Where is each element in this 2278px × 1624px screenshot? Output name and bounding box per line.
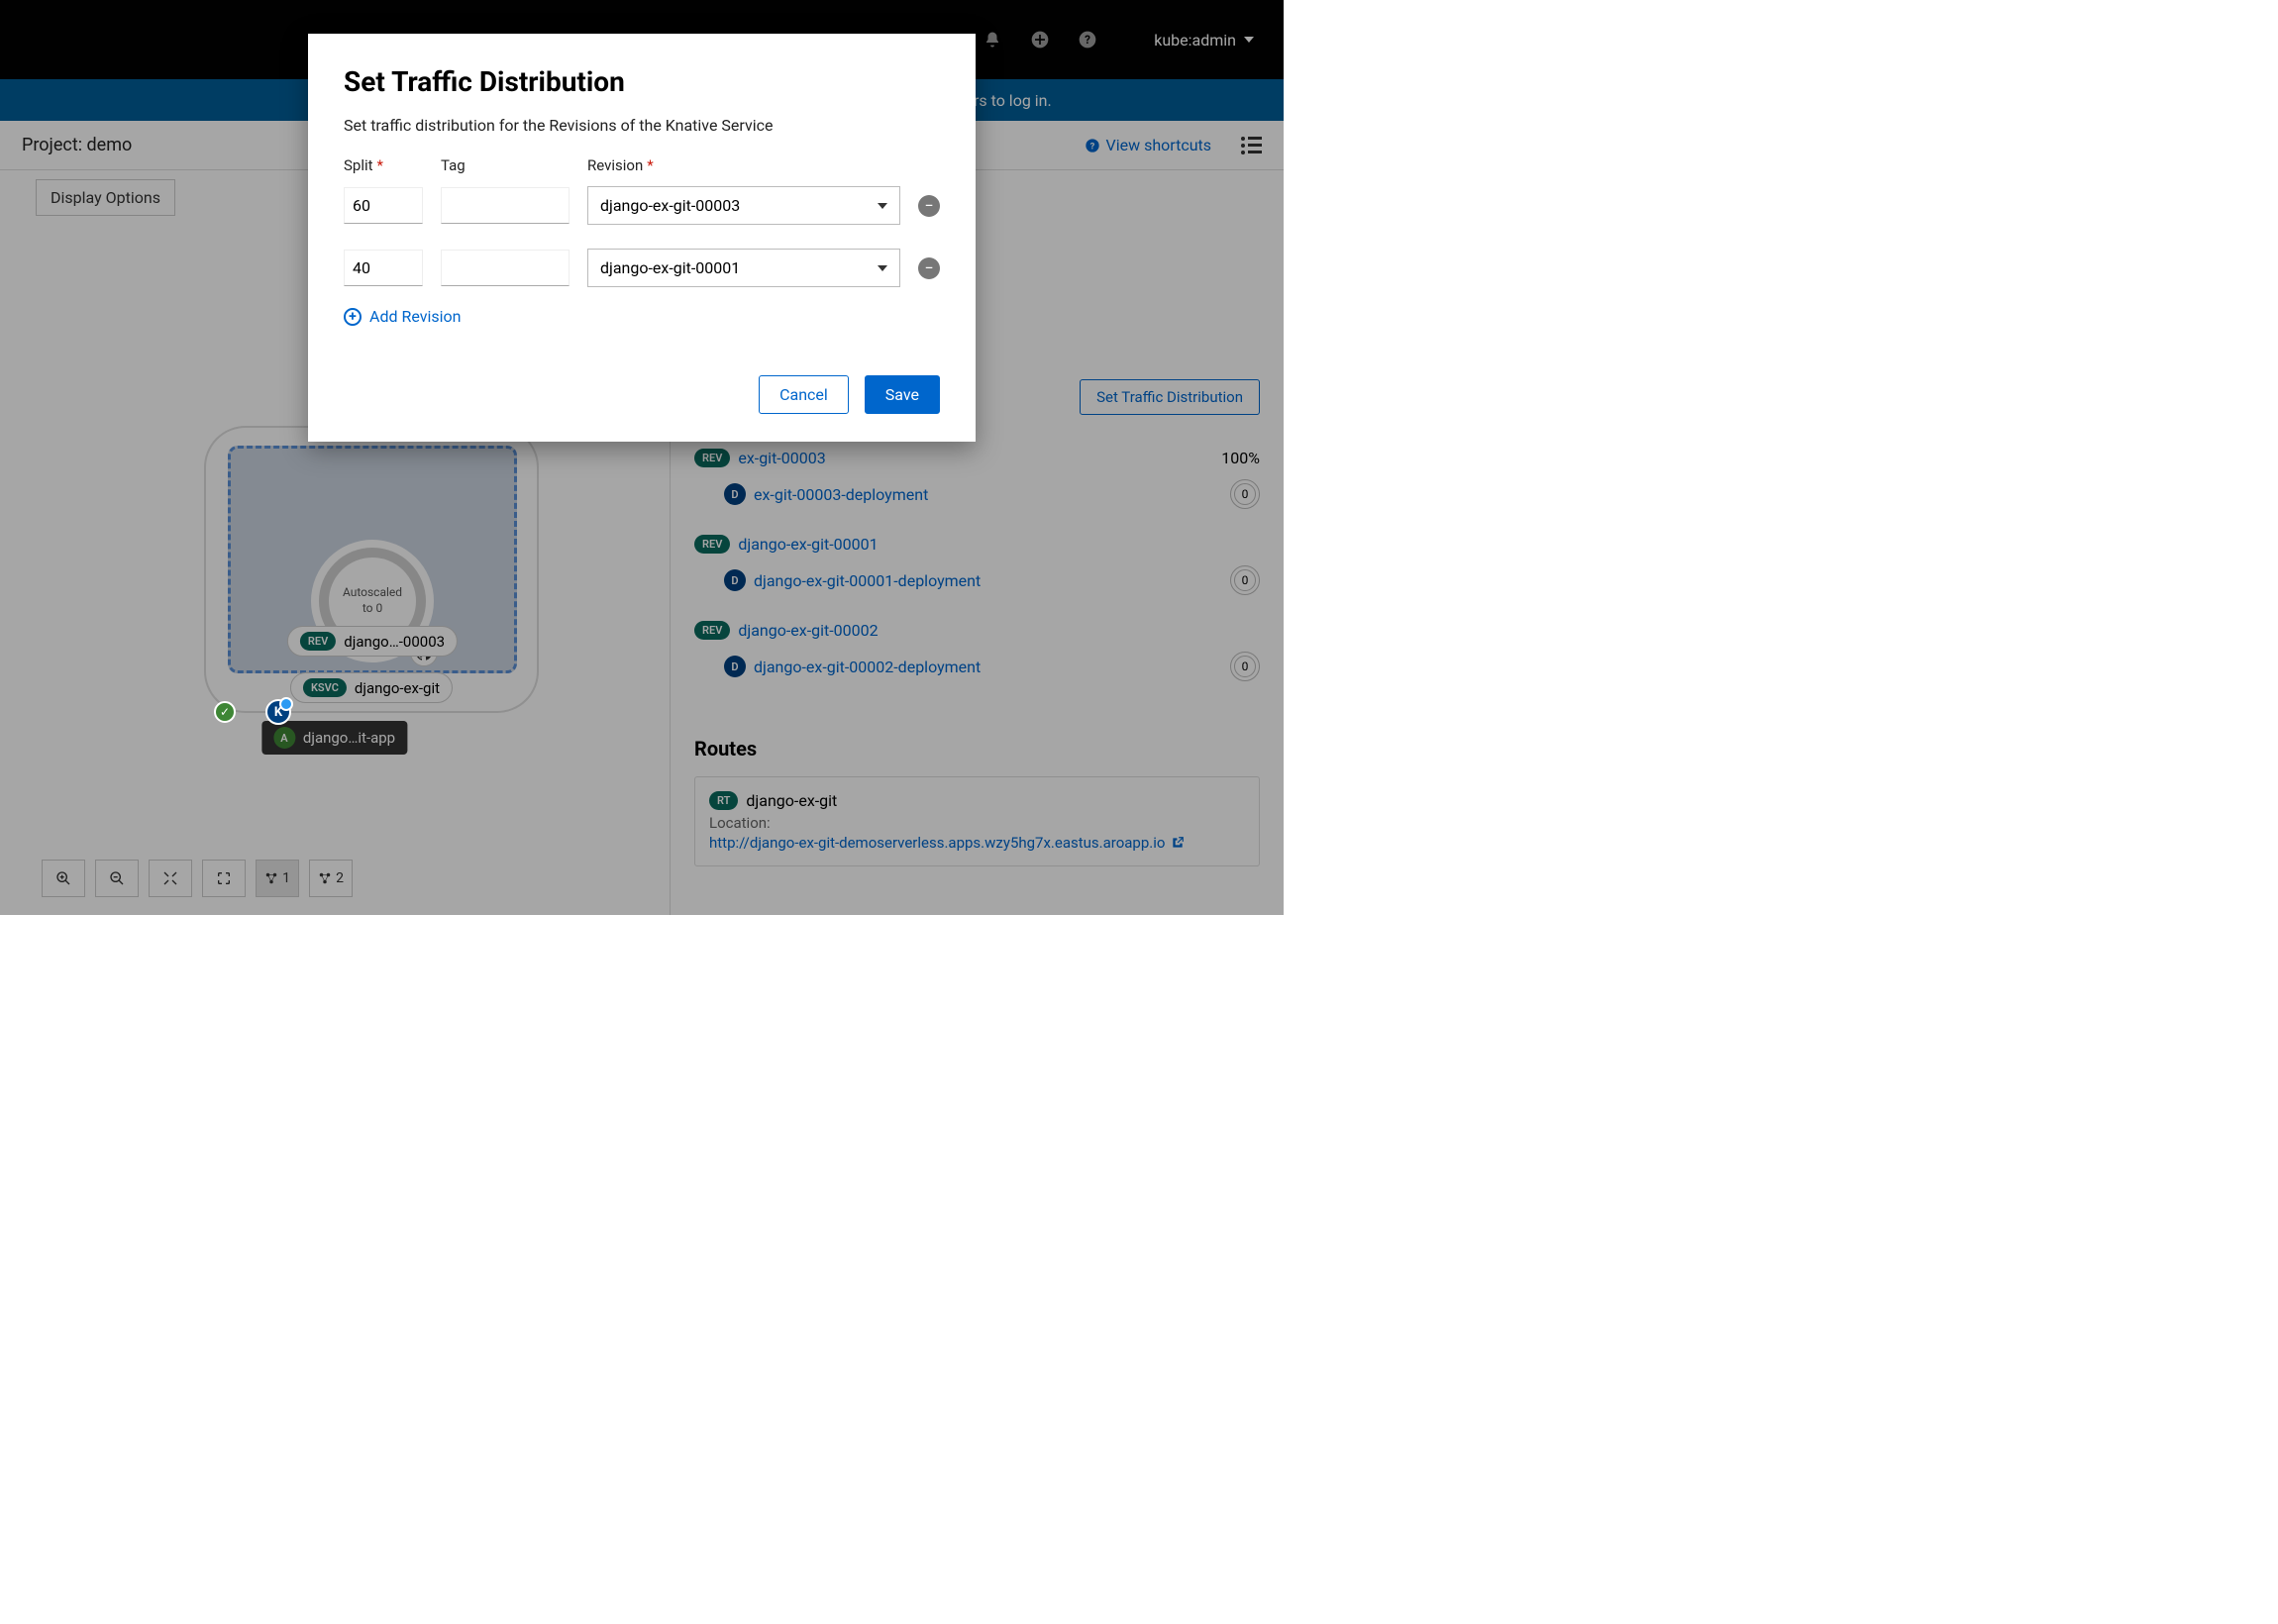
remove-row-button[interactable]: − [918, 195, 940, 217]
traffic-row: django-ex-git-00001 − [344, 249, 940, 287]
chevron-down-icon [878, 203, 887, 209]
modal-description: Set traffic distribution for the Revisio… [344, 116, 940, 135]
cancel-button[interactable]: Cancel [759, 375, 849, 414]
revision-selected: django-ex-git-00001 [600, 258, 740, 277]
required-icon: * [647, 156, 653, 174]
column-headers: Split* Tag Revision* [344, 156, 940, 174]
col-revision-label: Revision [587, 156, 643, 174]
revision-selected: django-ex-git-00003 [600, 196, 740, 215]
tag-input[interactable] [441, 250, 570, 286]
add-revision-button[interactable]: + Add Revision [344, 307, 940, 326]
chevron-down-icon [878, 265, 887, 271]
plus-circle-icon: + [344, 308, 362, 326]
col-split-label: Split [344, 156, 373, 174]
revision-select[interactable]: django-ex-git-00001 [587, 249, 900, 287]
traffic-row: django-ex-git-00003 − [344, 186, 940, 225]
revision-select[interactable]: django-ex-git-00003 [587, 186, 900, 225]
required-icon: * [377, 156, 383, 174]
modal-buttons: Cancel Save [344, 375, 940, 414]
modal-overlay[interactable]: Set Traffic Distribution Set traffic dis… [0, 0, 1284, 915]
col-tag-label: Tag [441, 156, 466, 174]
modal-title: Set Traffic Distribution [344, 65, 940, 98]
tag-input[interactable] [441, 187, 570, 224]
save-button[interactable]: Save [865, 375, 940, 414]
add-revision-label: Add Revision [369, 307, 461, 326]
knative-badge-icon: K [265, 699, 291, 725]
check-icon: ✓ [214, 701, 236, 723]
traffic-distribution-modal: Set Traffic Distribution Set traffic dis… [308, 34, 976, 442]
remove-row-button[interactable]: − [918, 257, 940, 279]
split-input[interactable] [344, 250, 423, 286]
split-input[interactable] [344, 187, 423, 224]
